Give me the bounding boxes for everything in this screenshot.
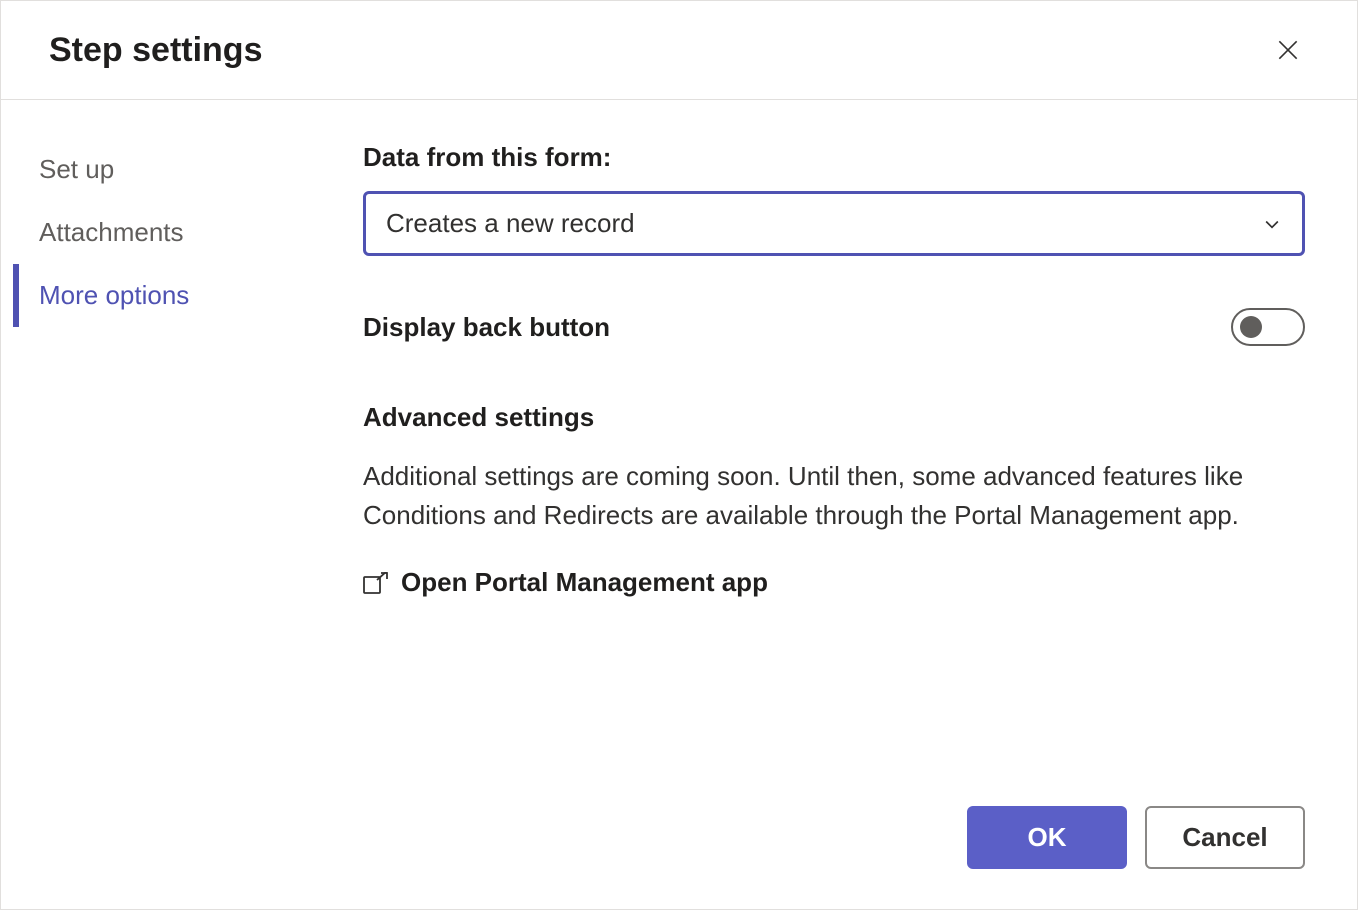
- open-external-icon: [363, 572, 389, 594]
- advanced-settings-title: Advanced settings: [363, 402, 1305, 433]
- dialog-title: Step settings: [49, 31, 262, 70]
- sidebar-item-label: Attachments: [39, 217, 184, 247]
- dialog-header: Step settings: [1, 1, 1357, 100]
- select-value: Creates a new record: [386, 208, 635, 239]
- dialog-footer: OK Cancel: [1, 806, 1357, 909]
- display-back-label: Display back button: [363, 312, 610, 343]
- chevron-down-icon: [1262, 214, 1282, 234]
- ok-button[interactable]: OK: [967, 806, 1127, 869]
- sidebar-item-label: Set up: [39, 154, 114, 184]
- sidebar-item-setup[interactable]: Set up: [13, 138, 341, 201]
- cancel-button[interactable]: Cancel: [1145, 806, 1305, 869]
- data-from-form-select[interactable]: Creates a new record: [363, 191, 1305, 256]
- display-back-toggle[interactable]: [1231, 308, 1305, 346]
- open-portal-link[interactable]: Open Portal Management app: [363, 567, 1305, 598]
- close-button[interactable]: [1267, 29, 1309, 71]
- display-back-row: Display back button: [363, 308, 1305, 346]
- open-portal-link-text: Open Portal Management app: [401, 567, 768, 598]
- dialog-body: Set up Attachments More options Data fro…: [1, 100, 1357, 806]
- data-from-form-label: Data from this form:: [363, 142, 1305, 173]
- sidebar-item-label: More options: [39, 280, 189, 310]
- sidebar: Set up Attachments More options: [1, 100, 341, 806]
- sidebar-item-more-options[interactable]: More options: [13, 264, 341, 327]
- advanced-settings-description: Additional settings are coming soon. Unt…: [363, 457, 1305, 535]
- step-settings-dialog: Step settings Set up Attachments More op…: [0, 0, 1358, 910]
- toggle-knob: [1240, 316, 1262, 338]
- content-panel: Data from this form: Creates a new recor…: [341, 100, 1357, 806]
- sidebar-item-attachments[interactable]: Attachments: [13, 201, 341, 264]
- close-icon: [1275, 37, 1301, 63]
